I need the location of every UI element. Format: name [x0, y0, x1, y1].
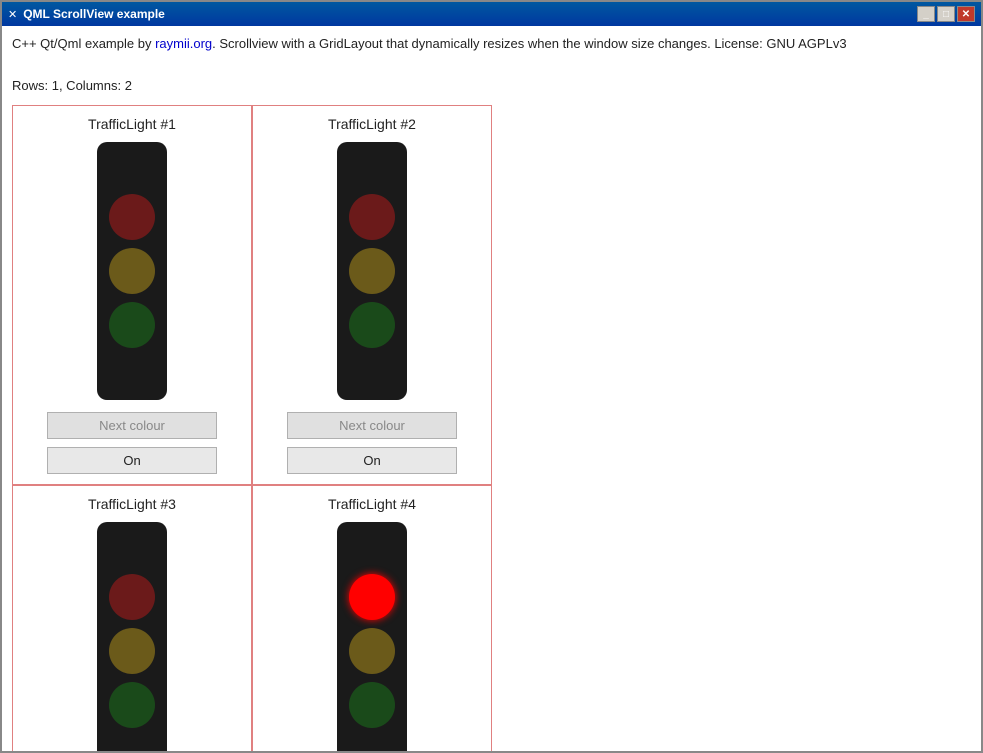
next-colour-button-2[interactable]: Next colour	[287, 412, 457, 439]
cell-title-3: TrafficLight #3	[88, 496, 176, 512]
traffic-light-body-2	[337, 142, 407, 400]
window-body: C++ Qt/Qml example by raymii.org. Scroll…	[2, 26, 981, 751]
raymii-link[interactable]: raymii.org	[155, 36, 212, 51]
yellow-light-2	[349, 248, 395, 294]
maximize-button[interactable]: □	[937, 6, 955, 22]
red-light-3	[109, 574, 155, 620]
green-light-4	[349, 682, 395, 728]
title-bar: ✕ QML ScrollView example _ □ ✕	[2, 2, 981, 26]
red-light-4	[349, 574, 395, 620]
on-off-button-2[interactable]: On	[287, 447, 457, 474]
close-button[interactable]: ✕	[957, 6, 975, 22]
description-prefix: C++ Qt/Qml example by	[12, 36, 155, 51]
yellow-light-4	[349, 628, 395, 674]
cell-title-2: TrafficLight #2	[328, 116, 416, 132]
yellow-light-1	[109, 248, 155, 294]
traffic-light-body-1	[97, 142, 167, 400]
description-text: C++ Qt/Qml example by raymii.org. Scroll…	[2, 26, 981, 62]
title-bar-controls: _ □ ✕	[917, 6, 975, 22]
red-light-2	[349, 194, 395, 240]
yellow-light-3	[109, 628, 155, 674]
next-colour-button-1[interactable]: Next colour	[47, 412, 217, 439]
window-title: QML ScrollView example	[23, 7, 165, 21]
green-light-3	[109, 682, 155, 728]
green-light-2	[349, 302, 395, 348]
traffic-light-grid: TrafficLight #1 Next colour On TrafficLi…	[12, 105, 492, 752]
description-suffix: . Scrollview with a GridLayout that dyna…	[212, 36, 846, 51]
rows-info: Rows: 1, Columns: 2	[2, 74, 981, 101]
scroll-area[interactable]: TrafficLight #1 Next colour On TrafficLi…	[2, 101, 981, 752]
traffic-cell-2: TrafficLight #2 Next colour On	[252, 105, 492, 485]
traffic-light-body-4	[337, 522, 407, 752]
cell-title-1: TrafficLight #1	[88, 116, 176, 132]
app-icon: ✕	[8, 8, 17, 21]
cell-title-4: TrafficLight #4	[328, 496, 416, 512]
main-window: ✕ QML ScrollView example _ □ ✕ C++ Qt/Qm…	[0, 0, 983, 753]
traffic-cell-1: TrafficLight #1 Next colour On	[12, 105, 252, 485]
traffic-cell-3: TrafficLight #3 Next colour On	[12, 485, 252, 752]
red-light-1	[109, 194, 155, 240]
on-off-button-1[interactable]: On	[47, 447, 217, 474]
traffic-cell-4: TrafficLight #4 Next colour On	[252, 485, 492, 752]
traffic-light-body-3	[97, 522, 167, 752]
green-light-1	[109, 302, 155, 348]
title-bar-left: ✕ QML ScrollView example	[8, 7, 165, 21]
minimize-button[interactable]: _	[917, 6, 935, 22]
